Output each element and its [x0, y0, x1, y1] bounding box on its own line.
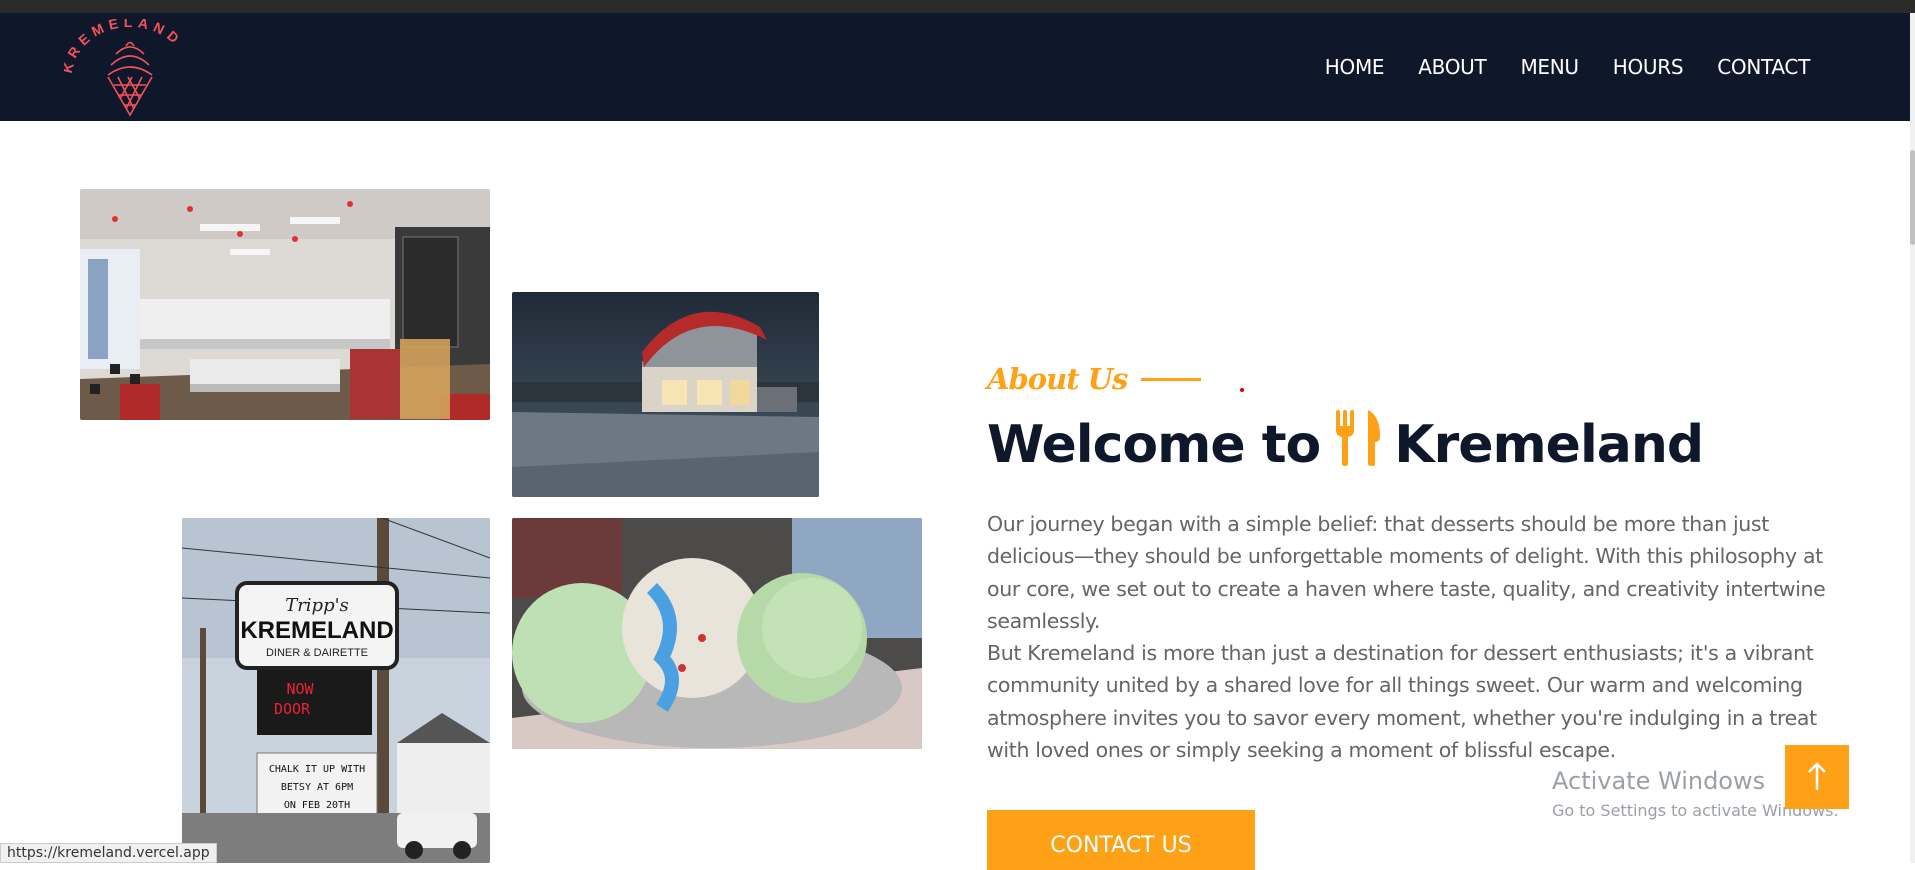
page-scrollbar[interactable] [1910, 13, 1915, 863]
nav-home[interactable]: HOME [1325, 55, 1385, 79]
svg-text:CHALK IT UP WITH: CHALK IT UP WITH [269, 764, 365, 775]
svg-text:KREMELAND: KREMELAND [240, 617, 393, 644]
arrow-up-icon [1808, 762, 1826, 790]
scrollbar-thumb[interactable] [1910, 150, 1915, 245]
svg-text:ON FEB 20TH: ON FEB 20TH [284, 800, 350, 811]
nav-contact[interactable]: CONTACT [1717, 55, 1810, 79]
about-eyebrow: About Us [987, 362, 1202, 396]
svg-text:DINER & DAIRETTE: DINER & DAIRETTE [266, 647, 368, 659]
diner-interior-photo [80, 189, 490, 420]
nav-menu[interactable]: MENU [1520, 55, 1579, 79]
browser-top-bar [0, 0, 1915, 13]
nav-hours[interactable]: HOURS [1613, 55, 1684, 79]
svg-text:Tripp's: Tripp's [285, 595, 349, 616]
page-title: Welcome to Kremeland [987, 410, 1704, 479]
svg-text:DOOR: DOOR [274, 700, 311, 718]
nav-about[interactable]: ABOUT [1418, 55, 1486, 79]
main-nav: HOME ABOUT MENU HOURS CONTACT [1325, 13, 1811, 121]
back-to-top-button[interactable] [1785, 745, 1849, 809]
red-dot [1240, 388, 1244, 392]
about-paragraph-1: Our journey began with a simple belief: … [987, 512, 1826, 634]
svg-text:NOW: NOW [286, 680, 314, 698]
status-bar-url: https://kremeland.vercel.app [0, 843, 217, 863]
kremeland-logo[interactable]: KREMELAND [59, 14, 196, 119]
ice-cream-scoops-photo [512, 518, 922, 749]
utensils-icon [1334, 410, 1381, 479]
about-eyebrow-text: About Us [987, 362, 1128, 396]
navbar: KREMELAND HOME ABOUT MENU HOURS CONTACT [0, 13, 1910, 121]
eyebrow-line [1141, 377, 1202, 381]
heading-brand: Kremeland [1394, 414, 1704, 475]
svg-text:BETSY AT 6PM: BETSY AT 6PM [281, 782, 353, 793]
svg-text:KREMELAND: KREMELAND [64, 19, 186, 75]
kremeland-sign-photo: Tripp's KREMELAND DINER & DAIRETTE NOW D… [182, 518, 490, 863]
contact-us-button[interactable]: CONTACT US [987, 810, 1255, 870]
heading-prefix: Welcome to [987, 414, 1321, 475]
diner-building-night-photo [512, 292, 819, 497]
about-paragraph-2: But Kremeland is more than just a destin… [987, 641, 1817, 763]
